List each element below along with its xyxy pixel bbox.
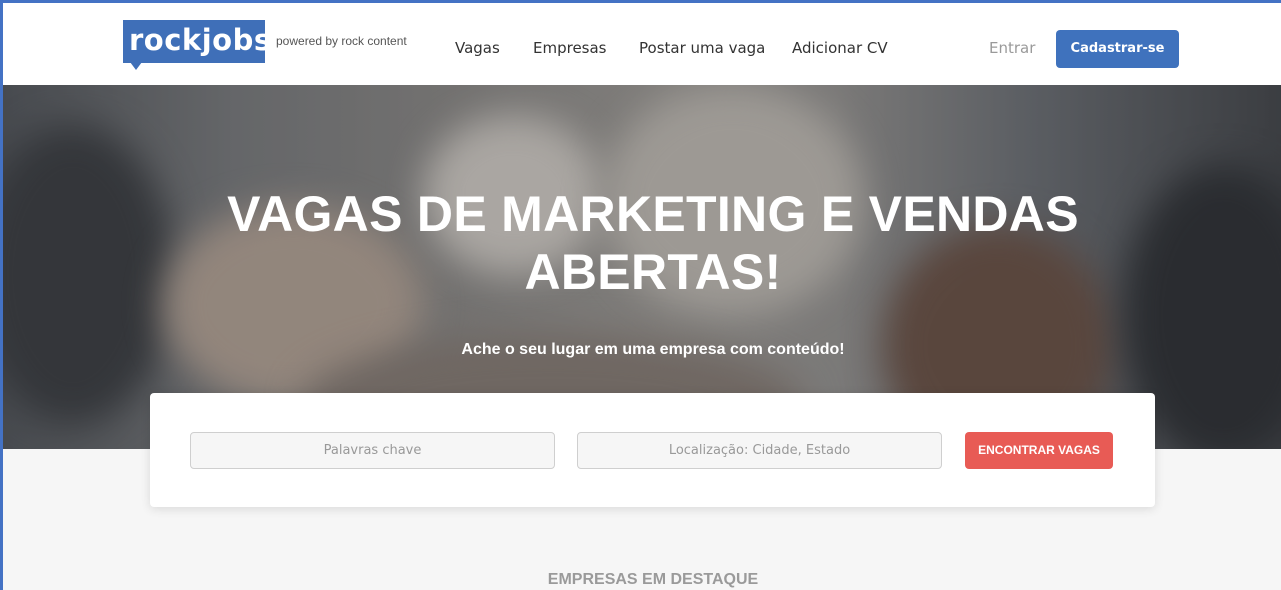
rockjobs-logo[interactable]: rockjobs — [123, 20, 271, 63]
logo-speech-tail — [130, 62, 142, 70]
powered-by-text: powered by rock content — [276, 34, 407, 48]
top-navbar: rockjobs powered by rock content Vagas E… — [3, 3, 1281, 85]
signup-button[interactable]: Cadastrar-se — [1056, 30, 1179, 68]
page-frame: rockjobs powered by rock content Vagas E… — [0, 0, 1281, 590]
hero-subtitle: Ache o seu lugar em uma empresa com cont… — [461, 341, 845, 358]
job-search-panel: Palavras chave Localização: Cidade, Esta… — [150, 393, 1155, 507]
featured-companies-heading: EMPRESAS EM DESTAQUE — [547, 571, 759, 588]
nav-empresas[interactable]: Empresas — [533, 39, 607, 57]
find-jobs-button[interactable]: ENCONTRAR VAGAS — [965, 432, 1113, 469]
location-input[interactable]: Localização: Cidade, Estado — [577, 432, 942, 469]
nav-postar-vaga[interactable]: Postar uma vaga — [639, 39, 765, 57]
hero-title-line1: VAGAS DE MARKETING E VENDAS — [227, 186, 1079, 242]
hero-title-line2: ABERTAS! — [524, 244, 782, 300]
logo-text: rockjobs — [129, 23, 272, 57]
login-link[interactable]: Entrar — [989, 39, 1035, 57]
nav-vagas[interactable]: Vagas — [455, 39, 500, 57]
keywords-input[interactable]: Palavras chave — [190, 432, 555, 469]
hero-title: VAGAS DE MARKETING E VENDAS ABERTAS! — [3, 185, 1281, 301]
nav-adicionar-cv[interactable]: Adicionar CV — [792, 39, 888, 57]
